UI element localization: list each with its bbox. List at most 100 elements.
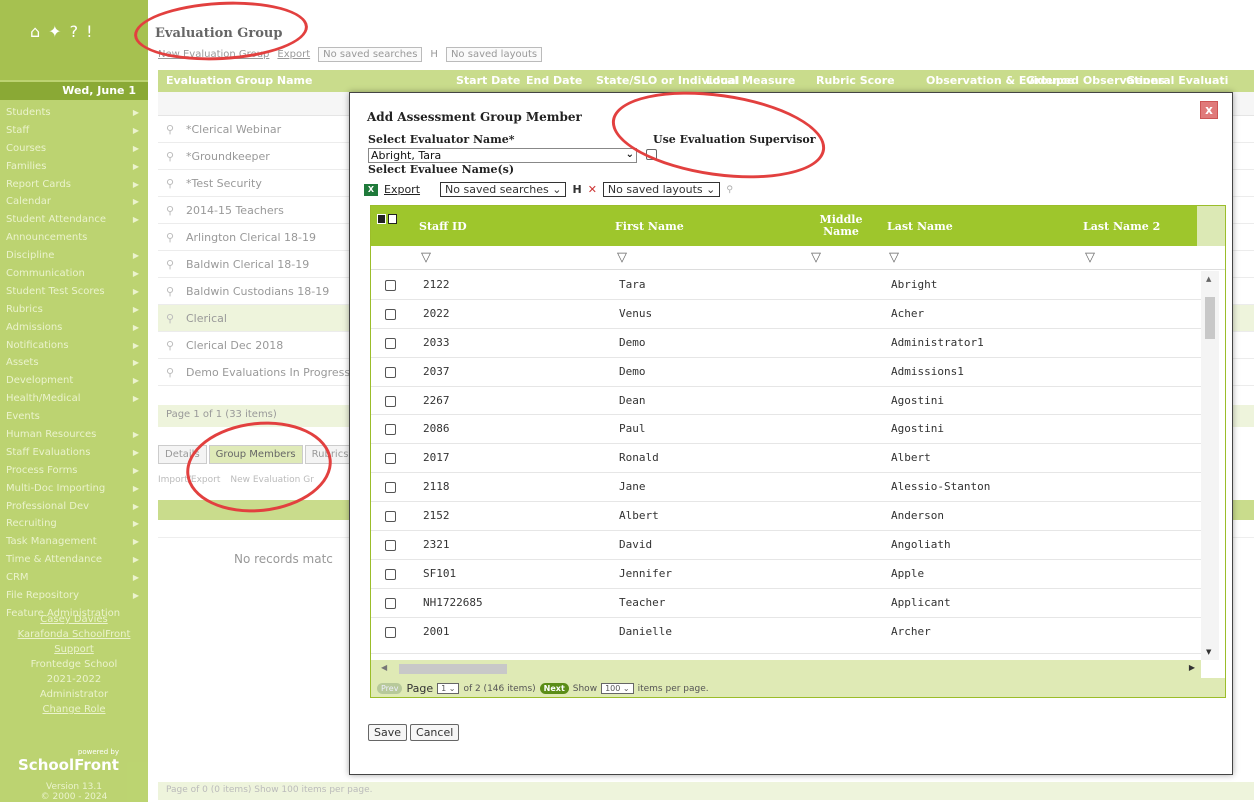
filter-icon[interactable]: ▽ [811, 250, 821, 265]
change-role-link[interactable]: Change Role [0, 702, 148, 717]
search-icon[interactable]: ⚲ [166, 359, 174, 386]
vertical-scrollbar[interactable]: ▲ ▼ [1201, 271, 1219, 660]
sidebar-item[interactable]: Staff Evaluations ▶ [0, 444, 148, 462]
sidebar-item[interactable]: Time & Attendance ▶ [0, 551, 148, 569]
table-row[interactable]: 2267 Dean Agostini [371, 387, 1201, 416]
col-last-name[interactable]: Last Name [887, 206, 953, 246]
sidebar-item[interactable]: Families ▶ [0, 158, 148, 176]
scroll-left-icon[interactable]: ◀ [381, 663, 387, 672]
scroll-right-icon[interactable]: ▶ [1189, 663, 1195, 672]
filter-icon[interactable]: ▽ [889, 250, 899, 265]
sidebar-item[interactable]: Report Cards ▶ [0, 176, 148, 194]
table-row[interactable]: 2152 Albert Anderson [371, 502, 1201, 532]
search-icon[interactable]: ⚲ [166, 170, 174, 197]
sidebar-item[interactable]: Announcements [0, 229, 148, 247]
row-checkbox[interactable] [385, 453, 396, 465]
col-last-name-2[interactable]: Last Name 2 [1083, 206, 1160, 246]
table-row[interactable]: 2001 Danielle Archer [371, 618, 1201, 654]
col-staff-id[interactable]: Staff ID [419, 206, 467, 246]
bg-column-header[interactable]: Local Measure [698, 70, 808, 92]
sidebar-item[interactable]: Student Attendance ▶ [0, 211, 148, 229]
sidebar-item[interactable]: File Repository ▶ [0, 587, 148, 605]
saved-searches-select[interactable]: No saved searches [318, 47, 423, 62]
bg-column-header[interactable]: Grouped Observations [1018, 70, 1165, 92]
bg-column-header[interactable]: State/SLO or Individual [588, 70, 739, 92]
save-button[interactable]: Save [368, 724, 408, 741]
bg-column-header[interactable]: End Date [518, 70, 588, 92]
support-link[interactable]: Karafonda SchoolFront Support [0, 627, 148, 657]
sidebar-item[interactable]: Multi-Doc Importing ▶ [0, 480, 148, 498]
row-checkbox[interactable] [385, 424, 396, 436]
filter-icon[interactable]: ▽ [1085, 250, 1095, 265]
row-checkbox[interactable] [385, 511, 396, 523]
sidebar-item[interactable]: Development ▶ [0, 372, 148, 390]
bg-column-header[interactable]: Observation & Evidence [918, 70, 1075, 92]
sidebar-item[interactable]: Courses ▶ [0, 140, 148, 158]
sidebar-item[interactable]: Discipline ▶ [0, 247, 148, 265]
binoculars-icon[interactable]: H [430, 49, 438, 60]
bg-bottom-pager[interactable]: Page of 0 (0 items) Show 100 items per p… [158, 782, 1254, 800]
row-checkbox[interactable] [385, 308, 396, 320]
table-row[interactable]: 2321 David Angoliath [371, 531, 1201, 560]
saved-layouts-select[interactable]: No saved layouts ⌄ [602, 182, 721, 197]
search-icon[interactable]: ⚲ [166, 197, 174, 224]
per-page-select[interactable]: 100 ⌄ [601, 683, 634, 694]
search-icon[interactable]: ⚲ [166, 143, 174, 170]
excel-icon[interactable]: X [364, 183, 378, 196]
bell-icon[interactable]: ✦ [48, 22, 61, 80]
table-row[interactable]: NH1722685 Teacher Applicant [371, 589, 1201, 618]
bg-column-header[interactable]: General Evaluati [1118, 70, 1228, 92]
search-icon[interactable]: ⚲ [166, 305, 174, 332]
col-first-name[interactable]: First Name [615, 206, 684, 246]
search-icon[interactable]: ⚲ [166, 224, 174, 251]
sidebar-item[interactable]: Calendar ▶ [0, 193, 148, 211]
search-icon[interactable]: ⚲ [166, 278, 174, 305]
sidebar-item[interactable]: Staff ▶ [0, 122, 148, 140]
prev-page-button[interactable]: Prev [377, 683, 403, 694]
search-icon[interactable]: ⚲ [166, 332, 174, 359]
row-checkbox[interactable] [385, 337, 396, 349]
row-checkbox[interactable] [385, 366, 396, 378]
page-select[interactable]: 1 ⌄ [437, 683, 460, 694]
next-page-button[interactable]: Next [539, 683, 569, 694]
sidebar-item[interactable]: Admissions ▶ [0, 319, 148, 337]
scroll-thumb[interactable] [399, 664, 507, 674]
sidebar-item[interactable]: Students ▶ [0, 104, 148, 122]
help-icon[interactable]: ? [70, 22, 79, 80]
home-icon[interactable]: ⌂ [30, 22, 40, 80]
table-row[interactable]: 2037 Demo Admissions1 [371, 358, 1201, 387]
row-checkbox[interactable] [385, 540, 396, 552]
scroll-thumb[interactable] [1205, 297, 1215, 339]
sidebar-item[interactable]: Health/Medical ▶ [0, 390, 148, 408]
sidebar-item[interactable]: Assets ▶ [0, 354, 148, 372]
binoculars-icon[interactable]: H [572, 183, 581, 196]
row-checkbox[interactable] [385, 395, 396, 407]
sidebar-item[interactable]: Process Forms ▶ [0, 462, 148, 480]
bg-column-header[interactable]: Evaluation Group Name [158, 70, 448, 92]
scroll-down-icon[interactable]: ▼ [1206, 648, 1211, 656]
user-name-link[interactable]: Casey Davies [0, 612, 148, 627]
filter-icon[interactable]: ▽ [421, 250, 431, 265]
table-row[interactable]: 2033 Demo Administrator1 [371, 329, 1201, 358]
row-checkbox[interactable] [385, 280, 396, 291]
export-link[interactable]: Export [277, 49, 310, 60]
cancel-button[interactable]: Cancel [410, 724, 460, 741]
sidebar-item[interactable]: Recruiting ▶ [0, 515, 148, 533]
search-icon[interactable]: ⚲ [166, 251, 174, 278]
col-middle-name[interactable]: Middle Name [811, 206, 871, 246]
sidebar-item[interactable]: Human Resources ▶ [0, 426, 148, 444]
row-checkbox[interactable] [385, 482, 396, 494]
sidebar-item[interactable]: Task Management ▶ [0, 533, 148, 551]
sidebar-item[interactable]: Rubrics ▶ [0, 301, 148, 319]
bg-column-header[interactable]: Rubric Score [808, 70, 918, 92]
sidebar-item[interactable]: Events [0, 408, 148, 426]
sidebar-item[interactable]: Professional Dev ▶ [0, 498, 148, 516]
search-icon[interactable]: ⚲ [166, 116, 174, 143]
row-checkbox[interactable] [385, 626, 396, 638]
sidebar-item[interactable]: Student Test Scores ▶ [0, 283, 148, 301]
clear-filter-icon[interactable]: ✕ [588, 183, 597, 196]
saved-searches-select[interactable]: No saved searches ⌄ [440, 182, 567, 197]
scroll-up-icon[interactable]: ▲ [1206, 275, 1211, 283]
select-all-toggle[interactable] [377, 212, 397, 226]
horizontal-scrollbar[interactable]: ◀ ▶ [371, 660, 1201, 678]
